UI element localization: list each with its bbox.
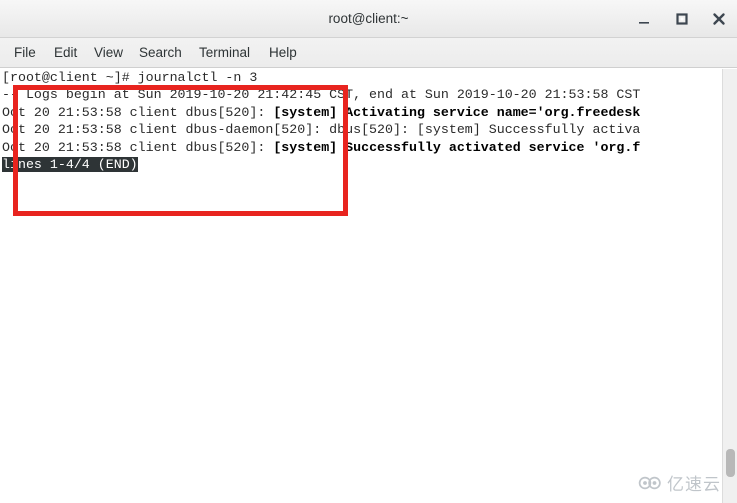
menu-item-file[interactable]: File (8, 38, 42, 67)
log-header-line: -- Logs begin at Sun 2019-10-20 21:42:45… (2, 86, 640, 103)
terminal-output-area[interactable]: [root@client ~]# journalctl -n 3 -- Logs… (0, 69, 722, 503)
minimize-icon (639, 22, 649, 24)
shell-prompt: [root@client ~]# (2, 70, 138, 85)
log-header-text: -- Logs begin at Sun 2019-10-20 21:42:45… (2, 87, 641, 103)
close-button[interactable] (709, 9, 729, 29)
minimize-button[interactable] (634, 9, 654, 29)
menu-item-edit[interactable]: Edit (48, 38, 83, 67)
terminal-window: root@client:~ File Edit View Search Term… (0, 0, 737, 503)
log-line-1-message: [system] Activating service name='org.fr… (273, 104, 641, 120)
scrollbar-thumb[interactable] (726, 449, 735, 477)
menu-bar: File Edit View Search Terminal Help (0, 38, 737, 68)
close-icon (713, 13, 725, 25)
shell-command: journalctl -n 3 (137, 70, 258, 85)
menu-item-view[interactable]: View (88, 38, 129, 67)
menu-item-terminal[interactable]: Terminal (193, 38, 256, 67)
vertical-scrollbar[interactable] (722, 69, 737, 503)
menu-item-help[interactable]: Help (263, 38, 303, 67)
log-line-3-message: [system] Successfully activated service … (273, 139, 641, 155)
pager-status-line: lines 1-4/4 (END) (2, 156, 138, 173)
log-line-3-timestamp: Oct 20 21:53:58 client dbus[520]: (2, 139, 274, 155)
menu-item-search[interactable]: Search (133, 38, 188, 67)
window-title: root@client:~ (328, 11, 409, 26)
log-line-2: Oct 20 21:53:58 client dbus-daemon[520]:… (2, 121, 640, 138)
log-line-2-text: Oct 20 21:53:58 client dbus-daemon[520]:… (2, 122, 641, 138)
maximize-icon (676, 13, 688, 25)
maximize-button[interactable] (672, 9, 692, 29)
log-line-1-timestamp: Oct 20 21:53:58 client dbus[520]: (2, 104, 274, 120)
pager-status-text: lines 1-4/4 (END) (2, 157, 138, 172)
log-line-3: Oct 20 21:53:58 client dbus[520]: [syste… (2, 139, 640, 156)
title-bar: root@client:~ (0, 0, 737, 38)
log-line-1: Oct 20 21:53:58 client dbus[520]: [syste… (2, 104, 640, 121)
command-prompt-line: [root@client ~]# journalctl -n 3 (2, 69, 257, 86)
